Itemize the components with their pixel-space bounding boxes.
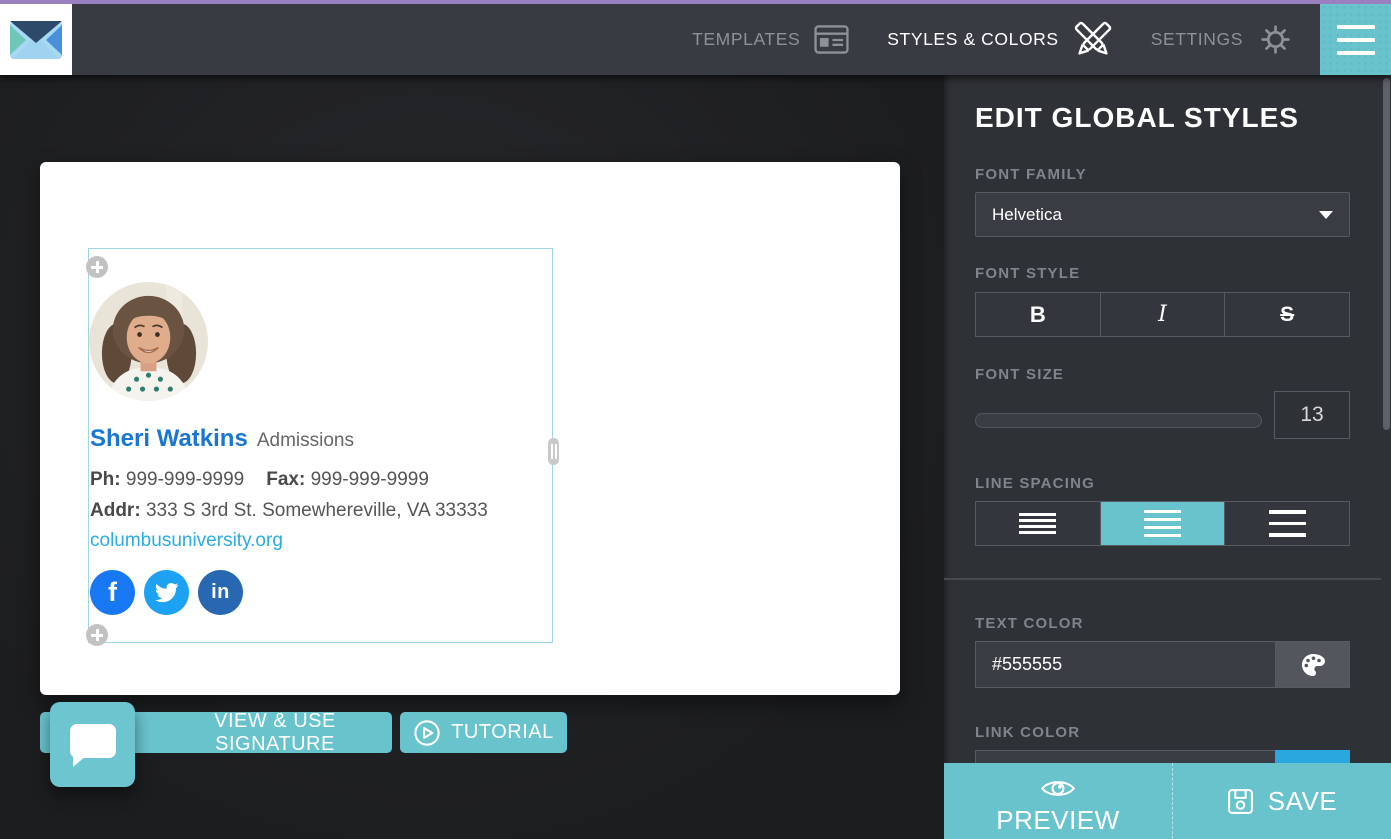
signature-address-row: Addr: 333 S 3rd St. Somewhereville, VA 3… — [90, 500, 488, 522]
linkedin-icon[interactable]: in — [198, 570, 243, 615]
profile-photo-illustration — [89, 282, 208, 401]
nav-templates-label: TEMPLATES — [692, 29, 801, 49]
text-color-picker-button[interactable] — [1275, 641, 1350, 688]
line-spacing-medium-button[interactable] — [1100, 502, 1226, 545]
facebook-icon[interactable]: f — [90, 570, 135, 615]
font-style-group: B I S — [975, 292, 1350, 337]
font-family-value: Helvetica — [992, 204, 1062, 224]
sidebar-scrollbar-thumb[interactable] — [1383, 78, 1390, 430]
wide-spacing-icon — [1268, 510, 1306, 537]
templates-icon — [814, 25, 849, 54]
line-spacing-wide-button[interactable] — [1225, 502, 1349, 545]
save-button[interactable]: SAVE — [1172, 763, 1391, 839]
line-spacing-label: LINE SPACING — [975, 475, 1095, 492]
fax-label: Fax: — [266, 469, 306, 490]
eye-icon — [1041, 781, 1075, 796]
signature-name-row: Sheri Watkins Admissions — [90, 425, 354, 453]
medium-spacing-icon — [1144, 509, 1181, 538]
top-accent-strip — [0, 0, 1391, 4]
font-size-label: FONT SIZE — [975, 366, 1065, 383]
top-nav: TEMPLATES STYLES & COLORS SETTINGS — [0, 4, 1391, 75]
block-drag-handle[interactable] — [548, 438, 559, 465]
add-row-below-button[interactable] — [86, 624, 108, 646]
text-color-input[interactable] — [975, 641, 1275, 688]
envelope-logo-icon — [10, 20, 62, 59]
twitter-icon[interactable] — [144, 570, 189, 615]
sidebar-bottom-bar: PREVIEW SAVE — [944, 763, 1391, 839]
nav-item-styles-colors[interactable]: STYLES & COLORS — [887, 20, 1112, 60]
fax-value: 999-999-9999 — [310, 469, 429, 490]
chat-launcher-button[interactable] — [50, 702, 135, 787]
font-size-value[interactable]: 13 — [1274, 391, 1350, 439]
font-style-label: FONT STYLE — [975, 265, 1081, 282]
address-label: Addr: — [90, 500, 141, 521]
text-color-field — [975, 641, 1350, 688]
styles-pencils-icon — [1074, 21, 1111, 55]
text-color-label: TEXT COLOR — [975, 615, 1084, 632]
save-floppy-icon — [1227, 788, 1253, 814]
signature-name: Sheri Watkins — [90, 425, 248, 452]
nav-settings-label: SETTINGS — [1150, 29, 1243, 49]
section-divider — [944, 578, 1381, 580]
strikethrough-button[interactable]: S — [1225, 293, 1349, 336]
profile-photo[interactable] — [89, 282, 208, 401]
preview-button[interactable]: PREVIEW — [944, 763, 1172, 839]
nav-menu: TEMPLATES STYLES & COLORS SETTINGS — [692, 4, 1294, 75]
phone-label: Ph: — [90, 469, 121, 490]
font-size-slider-track[interactable] — [975, 413, 1262, 428]
palette-icon — [1301, 653, 1325, 676]
line-spacing-tight-button[interactable] — [976, 502, 1101, 545]
tight-spacing-icon — [1019, 512, 1057, 535]
styles-sidebar: EDIT GLOBAL STYLES FONT FAMILY Helvetica… — [944, 75, 1391, 839]
nav-item-settings[interactable]: SETTINGS — [1151, 21, 1294, 58]
social-icons-row: f in — [90, 570, 243, 615]
add-row-above-button[interactable] — [86, 256, 108, 278]
play-circle-icon — [414, 719, 440, 746]
signature-block-selection[interactable]: Sheri Watkins Admissions Ph: 999-999-9999… — [86, 248, 559, 646]
chevron-down-icon — [1319, 210, 1333, 219]
italic-button[interactable]: I — [1101, 293, 1226, 336]
signature-job-title: Admissions — [256, 430, 354, 451]
font-family-label: FONT FAMILY — [975, 166, 1087, 183]
nav-styles-label: STYLES & COLORS — [887, 29, 1059, 49]
editor-canvas: Sheri Watkins Admissions Ph: 999-999-9999… — [0, 75, 944, 839]
address-value: 333 S 3rd St. Somewhereville, VA 33333 — [145, 500, 488, 521]
signature-preview-card: Sheri Watkins Admissions Ph: 999-999-9999… — [40, 162, 900, 695]
hamburger-menu-button[interactable] — [1320, 4, 1391, 75]
line-spacing-group — [975, 501, 1350, 546]
app-root: TEMPLATES STYLES & COLORS SETTINGS Sheri… — [0, 0, 1391, 839]
tutorial-button[interactable]: TUTORIAL — [400, 712, 567, 753]
phone-value: 999-999-9999 — [125, 469, 245, 490]
app-logo[interactable] — [0, 4, 72, 75]
bold-button[interactable]: B — [976, 293, 1101, 336]
hamburger-icon — [1336, 24, 1375, 29]
gear-icon — [1261, 25, 1290, 54]
chat-bubble-icon — [69, 723, 116, 767]
link-color-label: LINK COLOR — [975, 724, 1081, 741]
font-family-select[interactable]: Helvetica — [975, 192, 1350, 237]
signature-website-link[interactable]: columbusuniversity.org — [90, 530, 283, 552]
nav-item-templates[interactable]: TEMPLATES — [692, 25, 849, 54]
signature-phone-row: Ph: 999-999-9999 Fax: 999-999-9999 — [90, 469, 429, 491]
sidebar-title: EDIT GLOBAL STYLES — [975, 102, 1299, 133]
